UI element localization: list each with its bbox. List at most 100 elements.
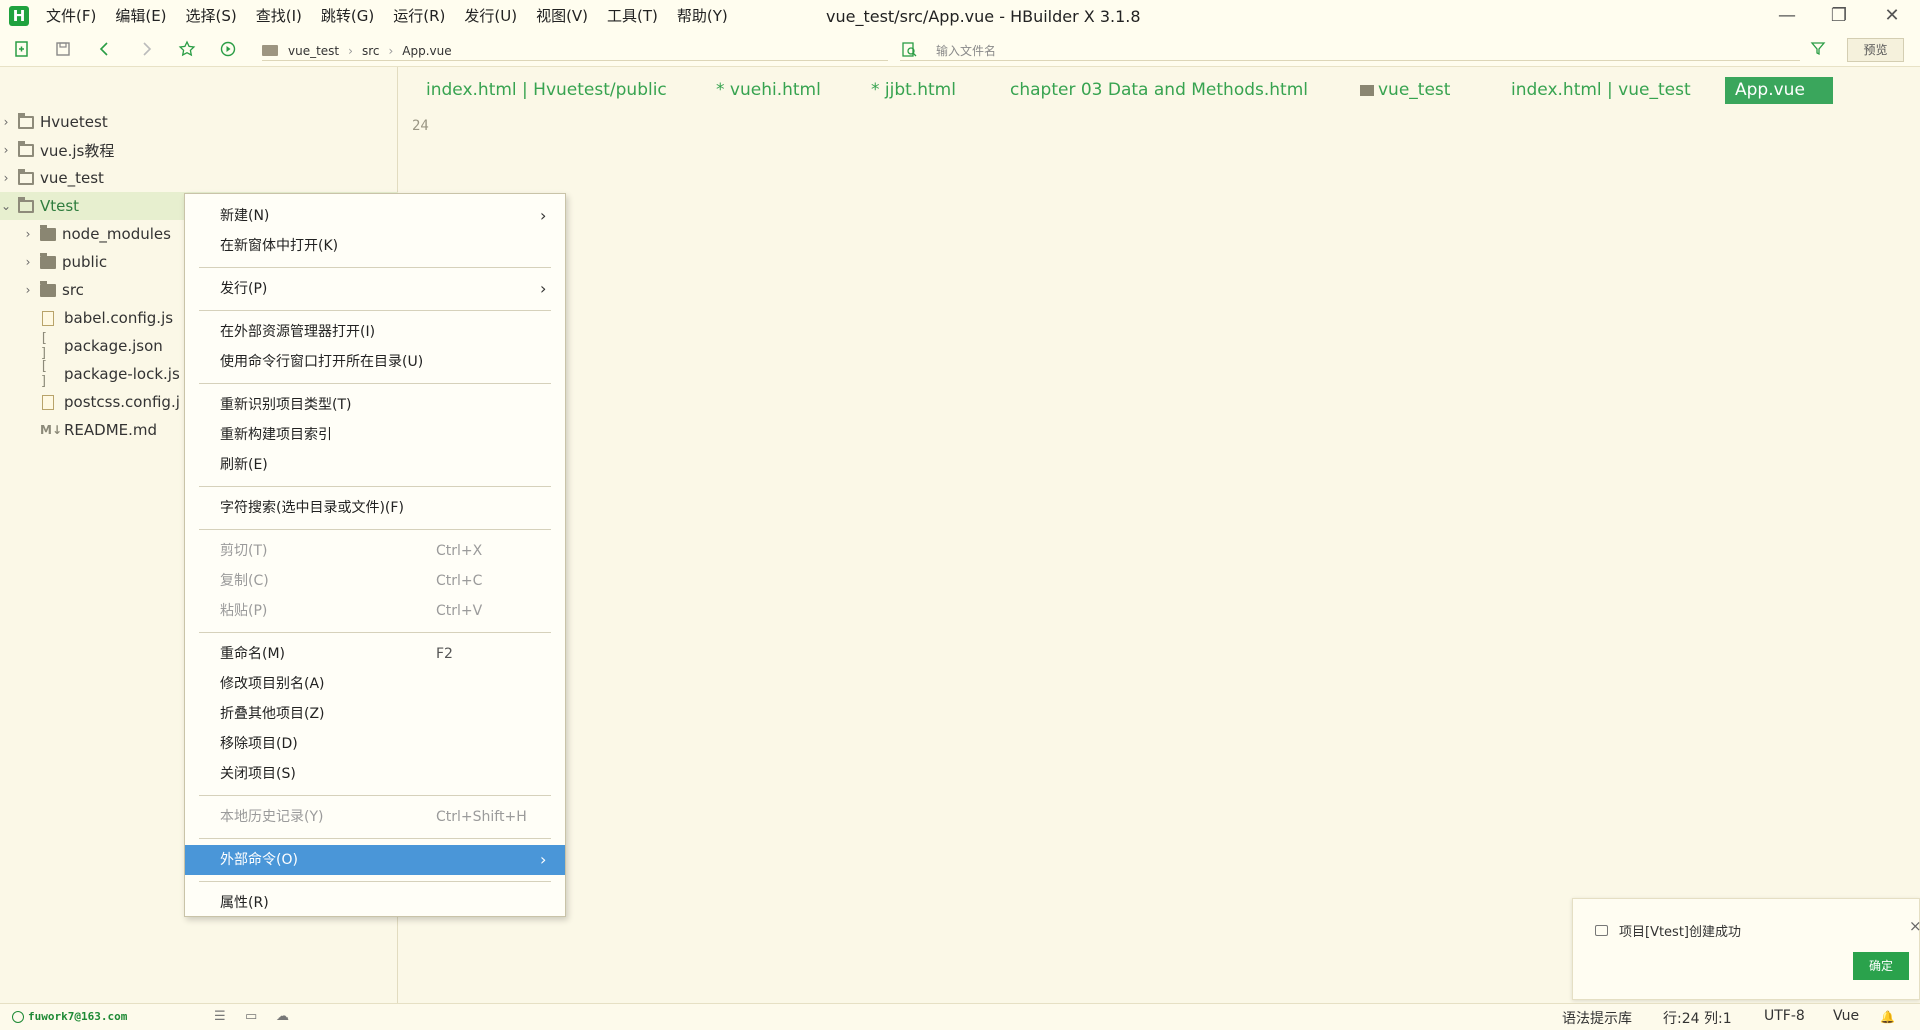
expand-arrow-icon[interactable]: › [0,171,12,185]
tab-chapter03[interactable]: chapter 03 Data and Methods.html [1000,77,1318,104]
tab-app-vue[interactable]: App.vue [1725,77,1833,104]
tree-item-hvuetest[interactable]: › Hvuetest [0,108,398,136]
tab-index-hvuetest[interactable]: index.html | Hvuetest/public [416,77,677,104]
list-icon[interactable]: ☰ [214,1010,228,1024]
menu-edit[interactable]: 编辑(E) [115,0,166,33]
context-menu-item[interactable]: 使用命令行窗口打开所在目录(U) [185,347,565,377]
menu-separator [199,383,551,384]
run-icon[interactable] [218,40,238,60]
cursor-position[interactable]: 行:24 列:1 [1663,1008,1732,1028]
status-bar: fuwork7@163.com ☰ ▭ ☁ 语法提示库 行:24 列:1 UTF… [0,1003,1920,1030]
menu-item-label: 刷新(E) [220,457,268,473]
forward-icon[interactable] [136,40,156,60]
message-icon [1595,925,1608,936]
tab-label: vue_test [1378,80,1451,100]
menu-item-shortcut: Ctrl+Shift+H [436,809,527,825]
expand-arrow-icon[interactable]: › [22,255,34,269]
tree-item-vuejs-tutorial[interactable]: › vue.js教程 [0,136,398,164]
context-menu-item[interactable]: 复制(C) Ctrl+C [185,566,565,596]
tab-vuehi[interactable]: * vuehi.html [706,77,831,104]
context-menu-item[interactable]: 属性(R) [185,888,565,918]
menu-run[interactable]: 运行(R) [393,0,445,33]
cloud-icon[interactable]: ☁ [276,1010,290,1024]
close-window-button[interactable]: ✕ [1867,0,1917,33]
back-icon[interactable] [95,40,115,60]
line-number: 24 [412,118,429,134]
menu-view[interactable]: 视图(V) [536,0,588,33]
file-search-box [900,41,1800,61]
context-menu-item[interactable]: 外部命令(O) › [185,845,565,875]
star-icon[interactable] [177,40,197,60]
context-menu-item[interactable]: 字符搜索(选中目录或文件)(F) [185,493,565,523]
maximize-button[interactable]: ❐ [1814,0,1864,33]
context-menu-item[interactable]: 在新窗体中打开(K) [185,231,565,261]
context-menu-item[interactable]: 修改项目别名(A) [185,669,565,699]
folder-icon [40,252,56,269]
expand-arrow-icon[interactable]: › [0,115,12,129]
breadcrumb-item-file[interactable]: App.vue [402,44,451,58]
ok-button[interactable]: 确定 [1853,952,1909,980]
tree-item-label: src [62,281,84,299]
account-icon[interactable] [12,1011,24,1023]
context-menu-item[interactable]: 刷新(E) [185,450,565,480]
bell-icon[interactable]: 🔔 [1880,1010,1895,1024]
context-menu-item[interactable]: 折叠其他项目(Z) [185,699,565,729]
submenu-arrow-icon: › [540,279,547,298]
menu-select[interactable]: 选择(S) [186,0,237,33]
filter-icon[interactable] [1808,40,1828,60]
file-search-input[interactable] [936,41,1736,60]
menu-tools[interactable]: 工具(T) [607,0,658,33]
account-email[interactable]: fuwork7@163.com [28,1010,127,1023]
tab-vue-test-folder[interactable]: vue_test [1350,77,1460,104]
tab-index-vue-test[interactable]: index.html | vue_test [1501,77,1701,104]
tree-item-vue-test[interactable]: › vue_test [0,164,398,192]
tab-jjbt[interactable]: * jjbt.html [861,77,966,104]
folder-icon [40,280,56,297]
syntax-library-button[interactable]: 语法提示库 [1562,1008,1632,1028]
context-menu: 新建(N) › 在新窗体中打开(K) 发行(P) › 在外部资源管理器打开(I) 使用命令行… [184,193,566,917]
context-menu-item[interactable]: 重新识别项目类型(T) [185,390,565,420]
context-menu-item[interactable]: 在外部资源管理器打开(I) [185,317,565,347]
expand-arrow-icon[interactable]: › [22,227,34,241]
minimize-button[interactable]: — [1762,0,1812,33]
tree-item-label: package.json [64,337,163,355]
terminal-icon[interactable]: ▭ [245,1010,259,1024]
file-search-icon [900,41,920,61]
preview-button[interactable]: 预览 [1847,38,1904,62]
menu-file[interactable]: 文件(F) [46,0,96,33]
context-menu-item[interactable]: 重新构建项目索引 [185,420,565,450]
encoding-selector[interactable]: UTF-8 [1764,1008,1805,1024]
menu-item-label: 剪切(T) [220,543,268,559]
menu-bar: 文件(F) 编辑(E) 选择(S) 查找(I) 跳转(G) 运行(R) 发行(U… [46,0,747,33]
menu-goto[interactable]: 跳转(G) [321,0,374,33]
context-menu-item[interactable]: 新建(N) › [185,201,565,231]
breadcrumb-item-folder[interactable]: src [362,44,380,58]
save-icon[interactable] [53,40,73,60]
breadcrumb: vue_test › src › App.vue [262,41,888,61]
context-menu-item[interactable]: 移除项目(D) [185,729,565,759]
menu-item-shortcut: Ctrl+C [436,573,483,589]
js-file-icon [42,310,54,326]
close-icon[interactable]: × [1909,917,1920,935]
menu-find[interactable]: 查找(I) [256,0,302,33]
expand-arrow-icon[interactable]: › [22,283,34,297]
expand-arrow-icon[interactable]: › [0,143,12,157]
context-menu-item[interactable]: 关闭项目(S) [185,759,565,789]
collapse-arrow-icon[interactable]: ⌄ [0,199,12,213]
menu-publish[interactable]: 发行(U) [464,0,517,33]
language-selector[interactable]: Vue [1833,1008,1859,1024]
tree-item-label: Hvuetest [40,113,108,131]
context-menu-item[interactable]: 重命名(M) F2 [185,639,565,669]
tree-item-label: Vtest [40,197,80,215]
tree-item-label: vue.js教程 [40,141,115,160]
hbuilder-logo-icon: H [9,6,29,26]
context-menu-item[interactable]: 剪切(T) Ctrl+X [185,536,565,566]
context-menu-item[interactable]: 本地历史记录(Y) Ctrl+Shift+H [185,802,565,832]
context-menu-item[interactable]: 发行(P) › [185,274,565,304]
tree-item-label: package-lock.js [64,365,180,383]
breadcrumb-item-project[interactable]: vue_test [288,44,339,58]
new-file-icon[interactable] [12,40,32,60]
menu-help[interactable]: 帮助(Y) [677,0,728,33]
context-menu-item[interactable]: 粘贴(P) Ctrl+V [185,596,565,626]
folder-icon [40,224,56,241]
